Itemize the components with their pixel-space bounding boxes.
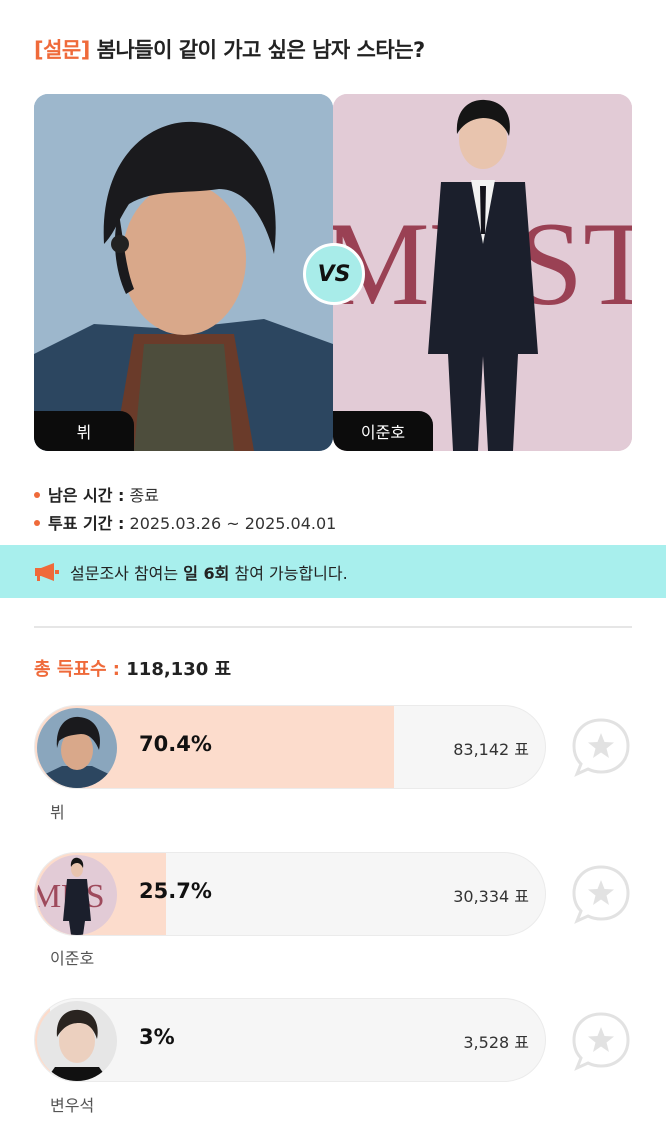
voting-period-label: 투표 기간 : [48, 514, 125, 533]
favorite-button[interactable] [570, 716, 632, 778]
result-percent: 70.4% [139, 732, 212, 756]
avatar [37, 708, 117, 788]
avatar: MUS [37, 855, 117, 935]
total-votes: 총 득표수 : 118,130 표 [34, 655, 231, 681]
poll-title: [설문] 봄나들이 같이 가고 싶은 남자 스타는? [34, 34, 425, 64]
section-divider [34, 626, 632, 628]
notice-prefix: 설문조사 참여는 [70, 563, 179, 583]
favorite-button[interactable] [570, 1010, 632, 1072]
star-bubble-icon [572, 718, 630, 777]
poll-tag: [설문] [34, 38, 90, 62]
result-row[interactable]: 3% 3,528 표 [34, 998, 546, 1082]
star-bubble-icon [572, 865, 630, 924]
megaphone-icon [35, 562, 59, 581]
result-votes: 30,334 표 [453, 887, 529, 906]
candidate-name: 이준호 [50, 949, 95, 968]
avatar [37, 1001, 117, 1081]
result-votes: 83,142 표 [453, 740, 529, 759]
result-row[interactable]: MUS 25.7% 30,334 표 [34, 852, 546, 936]
participation-notice: 설문조사 참여는 일 6회 참여 가능합니다. [0, 545, 666, 598]
favorite-button[interactable] [570, 863, 632, 925]
candidate-photo-left[interactable]: 뷔 [34, 94, 333, 451]
candidate-name: 변우석 [50, 1096, 95, 1115]
result-percent: 25.7% [139, 879, 212, 903]
avatar-image: MUS [37, 855, 117, 935]
result-row[interactable]: 70.4% 83,142 표 [34, 705, 546, 789]
result-percent: 3% [139, 1025, 175, 1049]
total-votes-value: 118,130 표 [126, 659, 232, 680]
candidate-photo-right[interactable]: MUST 이준호 [333, 94, 632, 451]
total-votes-label: 총 득표수 : [34, 659, 120, 680]
notice-suffix: 참여 가능합니다. [234, 563, 348, 583]
star-bubble-icon [572, 1012, 630, 1071]
portrait-image-left [34, 94, 333, 451]
vs-badge: VS [303, 243, 365, 305]
avatar-image [37, 1001, 117, 1081]
candidate-name: 뷔 [50, 803, 65, 822]
avatar-image [37, 708, 117, 788]
voting-period: 투표 기간 : 2025.03.26 ~ 2025.04.01 [34, 510, 336, 534]
remaining-time: 남은 시간 : 종료 [34, 482, 159, 506]
result-votes: 3,528 표 [463, 1033, 529, 1052]
notice-emphasis: 일 6회 [183, 563, 230, 583]
candidate-name-tag-right: 이준호 [333, 411, 433, 451]
remaining-time-value: 종료 [129, 486, 159, 505]
voting-period-value: 2025.03.26 ~ 2025.04.01 [129, 514, 337, 533]
poll-question: 봄나들이 같이 가고 싶은 남자 스타는? [96, 38, 426, 62]
portrait-image-right: MUST [333, 94, 632, 451]
bullet-dot-icon [34, 519, 40, 526]
remaining-time-label: 남은 시간 : [48, 486, 125, 505]
bullet-dot-icon [34, 491, 40, 498]
candidate-name-tag-left: 뷔 [34, 411, 134, 451]
